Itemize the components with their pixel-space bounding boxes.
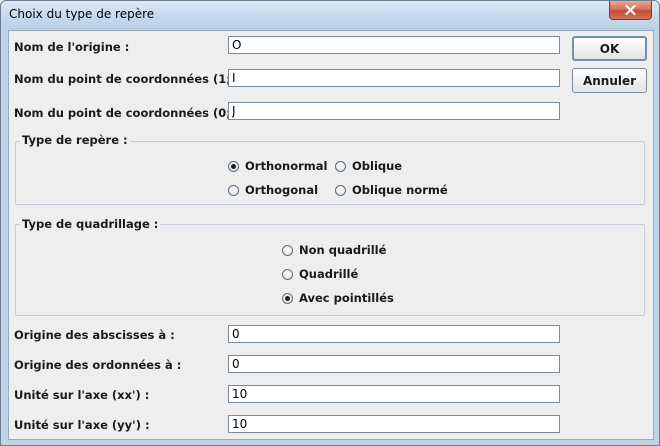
- quadrille-label: Quadrillé: [299, 267, 359, 281]
- cancel-button[interactable]: Annuler: [572, 68, 647, 93]
- non-quadrille-radio-button[interactable]: [282, 244, 293, 256]
- oblique-norme-radio-button[interactable]: [335, 184, 346, 196]
- radio-orthonormal[interactable]: Orthonormal: [228, 159, 327, 173]
- radio-non-quadrille[interactable]: Non quadrillé: [282, 243, 386, 257]
- x-unit-label: Unité sur l'axe (xx') :: [14, 388, 150, 402]
- radio-avec-pointilles[interactable]: Avec pointillés: [282, 291, 394, 305]
- radio-oblique-norme[interactable]: Oblique normé: [335, 183, 448, 197]
- close-button[interactable]: [609, 1, 652, 20]
- ordinate-origin-input[interactable]: [228, 355, 560, 373]
- point-01-name-label: Nom du point de coordonnées (0;1) :: [14, 106, 253, 120]
- dialog-content: Nom de l'origine : Nom du point de coord…: [8, 30, 654, 440]
- title-bar[interactable]: Choix du type de repère: [1, 1, 659, 29]
- point-01-name-input[interactable]: [228, 102, 560, 120]
- window-title: Choix du type de repère: [9, 7, 155, 21]
- avec-pointilles-label: Avec pointillés: [299, 291, 394, 305]
- frame-type-title: Type de repère :: [20, 133, 130, 147]
- radio-quadrille[interactable]: Quadrillé: [282, 267, 358, 281]
- oblique-label: Oblique: [352, 159, 403, 173]
- radio-orthogonal[interactable]: Orthogonal: [228, 183, 318, 197]
- quadrille-radio-button[interactable]: [282, 268, 293, 280]
- x-unit-input[interactable]: [228, 385, 560, 403]
- non-quadrille-label: Non quadrillé: [299, 243, 387, 257]
- abscissa-origin-label: Origine des abscisses à :: [14, 328, 175, 342]
- y-unit-input[interactable]: [228, 415, 560, 433]
- dialog-window: Choix du type de repère Nom de l'origine…: [0, 0, 660, 446]
- origin-name-label: Nom de l'origine :: [14, 40, 130, 54]
- close-icon: [625, 5, 636, 15]
- orthogonal-label: Orthogonal: [245, 183, 319, 197]
- oblique-radio-button[interactable]: [335, 160, 346, 172]
- orthonormal-radio-button[interactable]: [228, 160, 239, 172]
- point-10-name-label: Nom du point de coordonnées (1;0) :: [14, 72, 253, 86]
- grid-type-title: Type de quadrillage :: [20, 217, 161, 231]
- ordinate-origin-label: Origine des ordonnées à :: [14, 358, 182, 372]
- oblique-norme-label: Oblique normé: [352, 183, 448, 197]
- orthogonal-radio-button[interactable]: [228, 184, 239, 196]
- point-10-name-input[interactable]: [228, 69, 560, 87]
- ok-button[interactable]: OK: [572, 36, 647, 61]
- radio-oblique[interactable]: Oblique: [335, 159, 402, 173]
- avec-pointilles-radio-button[interactable]: [282, 292, 293, 304]
- y-unit-label: Unité sur l'axe (yy') :: [14, 418, 150, 432]
- orthonormal-label: Orthonormal: [245, 159, 328, 173]
- frame-type-group: [15, 141, 645, 205]
- abscissa-origin-input[interactable]: [228, 325, 560, 343]
- origin-name-input[interactable]: [228, 36, 560, 54]
